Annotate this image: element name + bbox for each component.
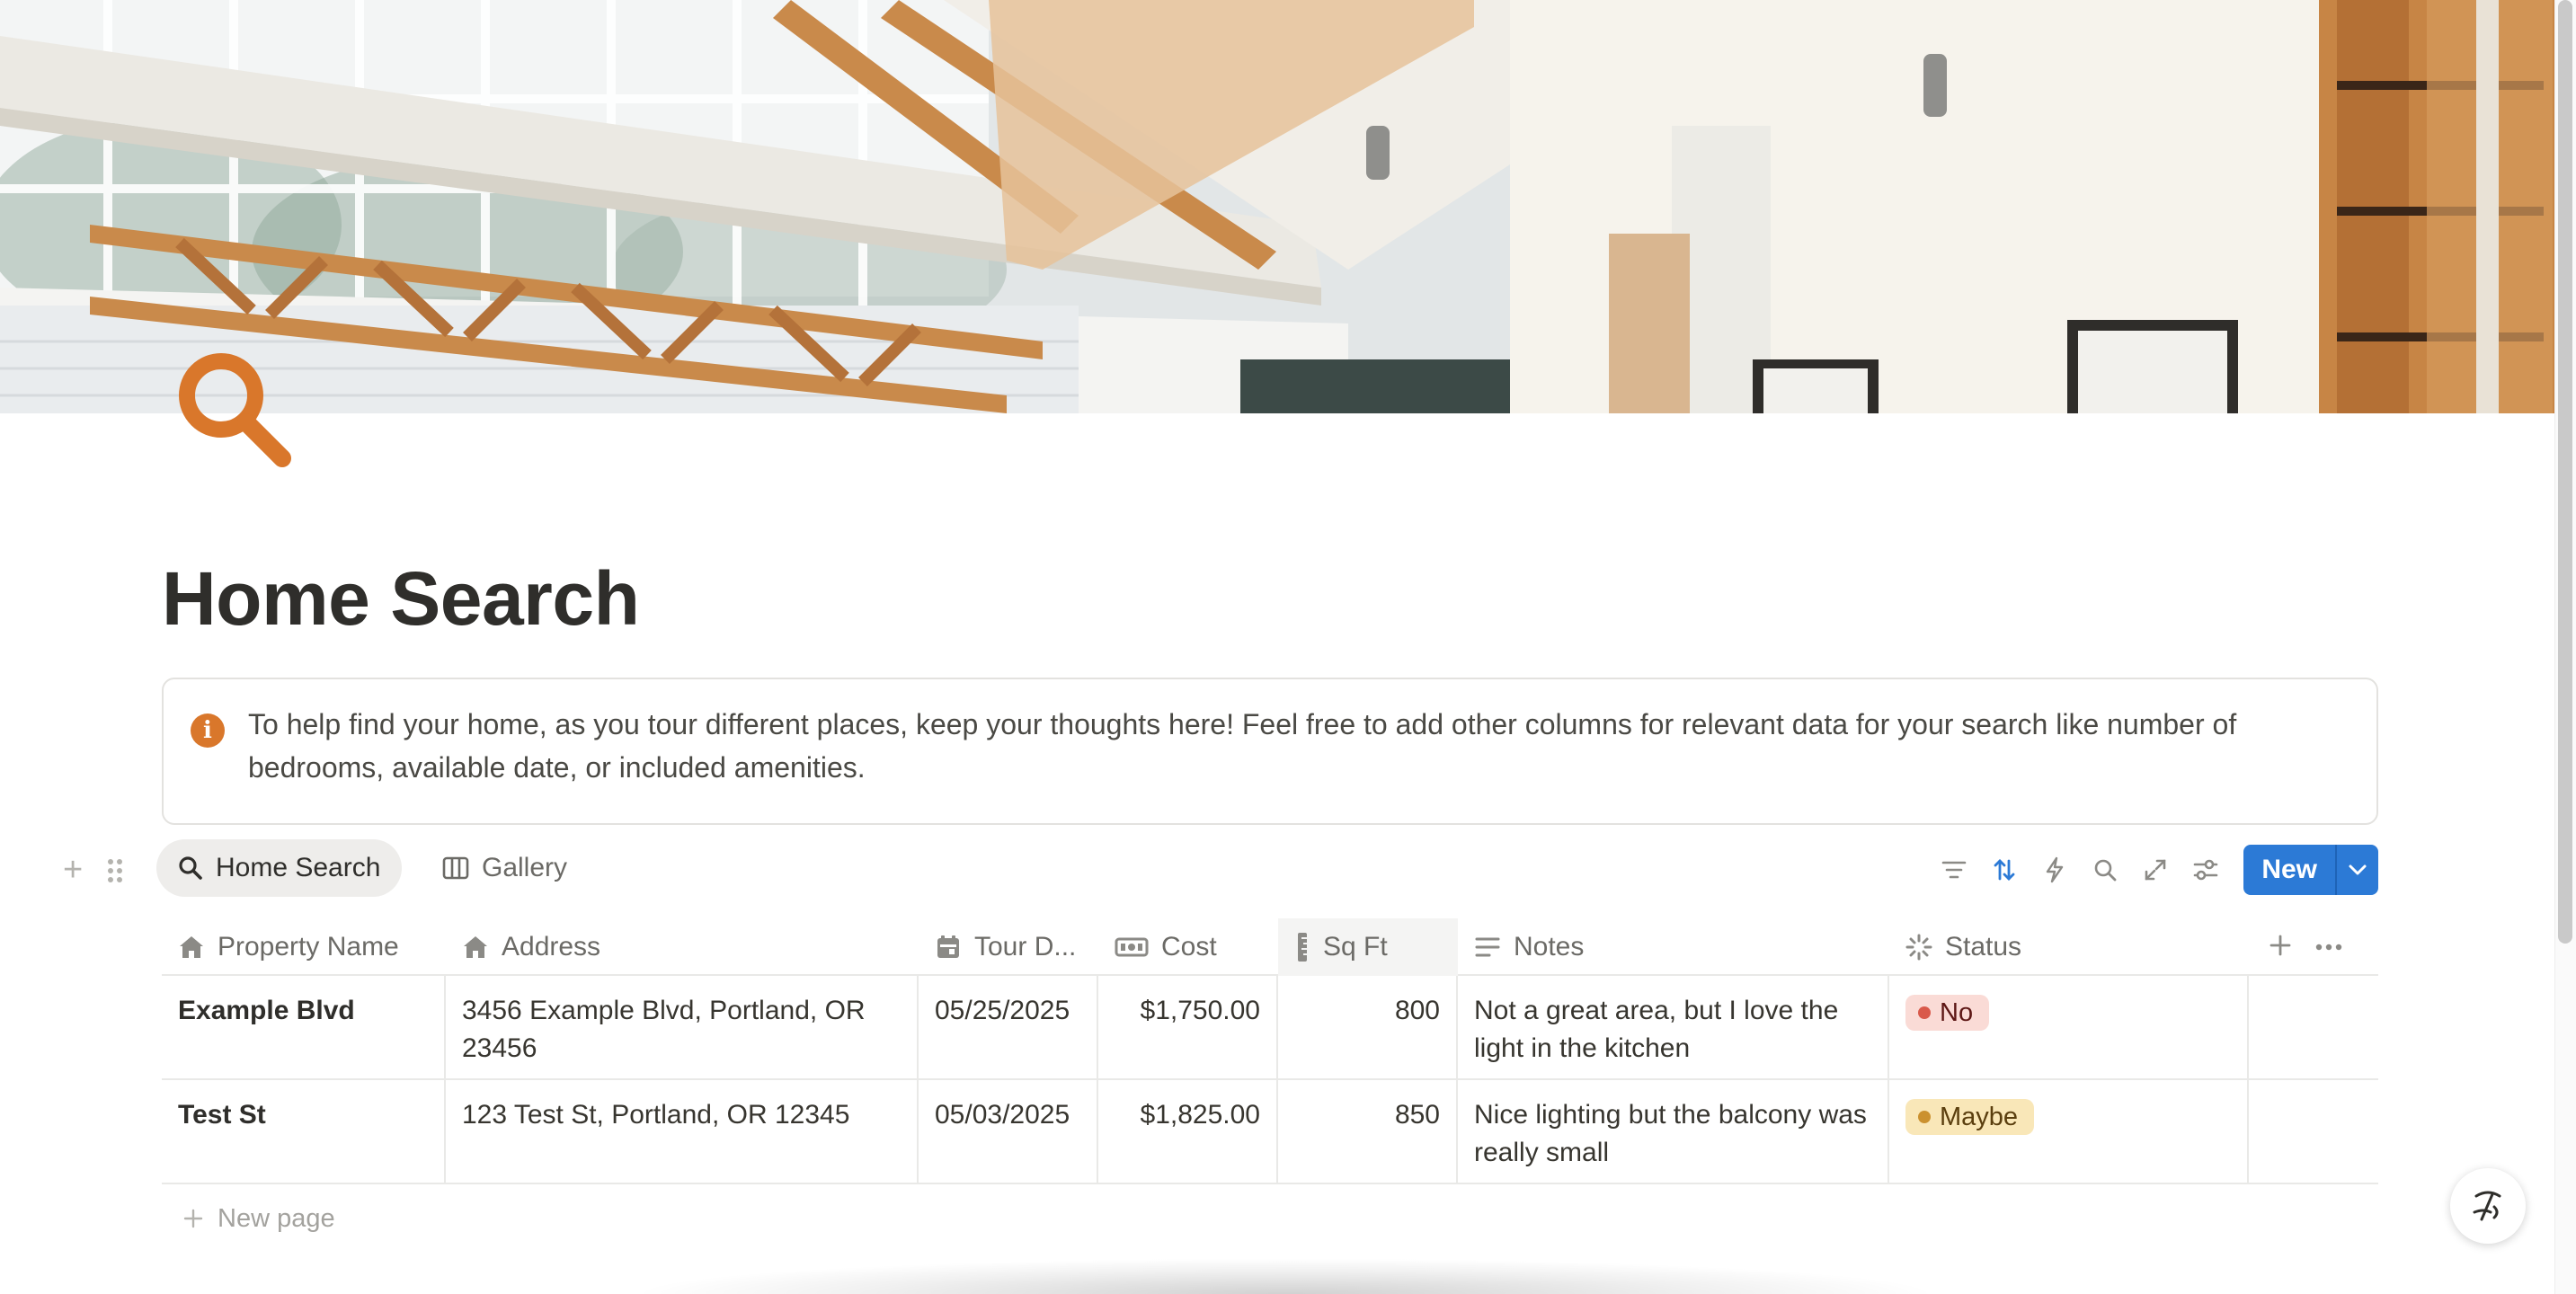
column-header-property-name[interactable]: Property Name <box>162 918 446 976</box>
search-icon <box>179 856 202 880</box>
tab-label: Home Search <box>216 853 381 882</box>
table-header: Property Name Address Tour D... Cost Sq … <box>162 918 2378 976</box>
cover-photo <box>0 0 2554 413</box>
column-label: Cost <box>1161 932 1217 962</box>
database-toolbar: New <box>1929 845 2378 895</box>
plus-icon <box>183 1209 203 1228</box>
cell-notes[interactable]: Nice lighting but the balcony was really… <box>1458 1080 1889 1184</box>
cover-image <box>0 0 2554 413</box>
notion-ai-button[interactable] <box>2450 1168 2526 1244</box>
callout-text[interactable]: To help find your home, as you tour diff… <box>248 703 2351 789</box>
search-icon[interactable] <box>2080 845 2130 895</box>
cell-sq-ft[interactable]: 850 <box>1278 1080 1458 1184</box>
new-page-label: New page <box>218 1203 335 1233</box>
tab-home-search[interactable]: Home Search <box>156 839 403 897</box>
status-badge: Maybe <box>1905 1099 2035 1135</box>
column-header-notes[interactable]: Notes <box>1458 918 1889 976</box>
page-search-icon[interactable] <box>176 350 293 467</box>
cell-tour-date[interactable]: 05/25/2025 <box>919 976 1098 1080</box>
column-label: Property Name <box>218 932 399 962</box>
callout-block[interactable]: i To help find your home, as you tour di… <box>162 678 2378 825</box>
cell-status[interactable]: No <box>1889 976 2249 1080</box>
cell-empty[interactable] <box>2249 976 2378 1080</box>
cell-empty[interactable] <box>2249 1080 2378 1184</box>
block-handles: + <box>63 853 135 887</box>
status-dot <box>1918 1111 1931 1123</box>
scrollbar-thumb[interactable] <box>2558 0 2572 944</box>
column-header-status[interactable]: Status <box>1889 918 2249 976</box>
table-row[interactable]: Test St 123 Test St, Portland, OR 12345 … <box>162 1080 2378 1184</box>
column-actions <box>2269 918 2342 976</box>
tab-label: Gallery <box>482 853 568 882</box>
add-block-plus-icon[interactable]: + <box>63 853 83 887</box>
drag-handle-icon[interactable] <box>106 857 124 884</box>
column-header-cost[interactable]: Cost <box>1098 918 1278 976</box>
cell-property-name[interactable]: Test St <box>162 1080 446 1184</box>
cell-property-name[interactable]: Example Blvd <box>162 976 446 1080</box>
cell-address[interactable]: 3456 Example Blvd, Portland, OR 23456 <box>446 976 919 1080</box>
scrollbar-track[interactable] <box>2554 0 2576 1294</box>
column-label: Status <box>1945 932 2022 962</box>
new-button-label[interactable]: New <box>2243 845 2335 895</box>
more-options-icon[interactable] <box>2315 939 2342 955</box>
column-header-sq-ft[interactable]: Sq Ft <box>1278 918 1458 976</box>
calendar-icon <box>937 935 959 958</box>
text-icon <box>1475 937 1500 957</box>
add-column-plus-icon[interactable] <box>2269 934 2292 962</box>
column-header-tour-date[interactable]: Tour D... <box>919 918 1098 976</box>
status-dot <box>1918 1006 1931 1019</box>
home-icon <box>180 936 203 958</box>
cell-tour-date[interactable]: 05/03/2025 <box>919 1080 1098 1184</box>
cell-sq-ft[interactable]: 800 <box>1278 976 1458 1080</box>
home-icon <box>464 936 487 958</box>
table-row[interactable]: Example Blvd 3456 Example Blvd, Portland… <box>162 976 2378 1080</box>
page-title[interactable]: Home Search <box>162 554 640 643</box>
cell-address[interactable]: 123 Test St, Portland, OR 12345 <box>446 1080 919 1184</box>
cell-status[interactable]: Maybe <box>1889 1080 2249 1184</box>
column-label: Notes <box>1514 932 1585 962</box>
column-label: Address <box>502 932 601 962</box>
status-badge-label: Maybe <box>1940 1103 2019 1131</box>
settings-sliders-icon[interactable] <box>2181 845 2231 895</box>
new-page-button[interactable]: New page <box>162 1184 2378 1253</box>
ai-face-icon <box>2473 1191 2501 1221</box>
bottom-shadow <box>629 1258 1941 1294</box>
money-icon <box>1115 937 1149 957</box>
cell-notes[interactable]: Not a great area, but I love the light i… <box>1458 976 1889 1080</box>
cell-cost[interactable]: $1,750.00 <box>1098 976 1278 1080</box>
new-button[interactable]: New <box>2243 845 2378 895</box>
sort-icon[interactable] <box>1979 845 2030 895</box>
filter-icon[interactable] <box>1929 845 1979 895</box>
ruler-icon <box>1298 933 1307 962</box>
database-table: Property Name Address Tour D... Cost Sq … <box>162 918 2378 1253</box>
column-header-address[interactable]: Address <box>446 918 919 976</box>
automation-bolt-icon[interactable] <box>2030 845 2080 895</box>
status-icon <box>1905 934 1932 961</box>
status-badge: No <box>1905 995 1990 1031</box>
expand-icon[interactable] <box>2130 845 2181 895</box>
cell-cost[interactable]: $1,825.00 <box>1098 1080 1278 1184</box>
info-icon[interactable]: i <box>191 713 225 748</box>
status-badge-label: No <box>1940 998 1974 1027</box>
tab-gallery[interactable]: Gallery <box>421 839 589 897</box>
column-label: Sq Ft <box>1323 932 1388 962</box>
column-label: Tour D... <box>974 932 1077 962</box>
gallery-icon <box>442 856 469 880</box>
chevron-down-icon[interactable] <box>2335 845 2378 895</box>
